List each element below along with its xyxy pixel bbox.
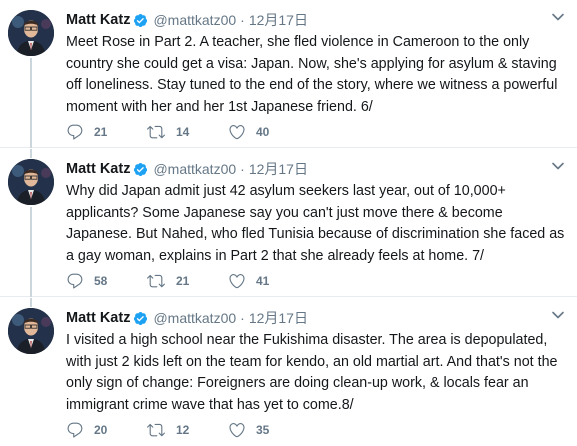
reply-button[interactable]: 21 — [66, 123, 146, 141]
tweet-item[interactable]: Matt Katz @mattkatz00 · 12月17日 Meet Rose… — [0, 0, 577, 148]
tweet-item[interactable]: Matt Katz @mattkatz00 · 12月17日 I visited… — [0, 298, 577, 446]
reply-count: 58 — [94, 274, 108, 288]
author-name[interactable]: Matt Katz — [66, 310, 130, 326]
retweet-button[interactable]: 12 — [146, 421, 228, 439]
reply-button[interactable]: 58 — [66, 272, 146, 290]
reply-icon — [67, 273, 83, 289]
verified-badge-icon — [134, 311, 148, 325]
like-button[interactable]: 40 — [228, 123, 308, 141]
tweet-header: Matt Katz @mattkatz00 · 12月17日 — [66, 308, 308, 328]
like-count: 40 — [256, 125, 270, 139]
tweet-date[interactable]: 12月17日 — [249, 10, 308, 30]
like-button[interactable]: 35 — [228, 421, 308, 439]
author-handle[interactable]: @mattkatz00 — [153, 310, 236, 326]
tweet-text: I visited a high school near the Fukishi… — [66, 332, 558, 413]
thread-connector — [30, 207, 32, 297]
author-name[interactable]: Matt Katz — [66, 161, 130, 177]
retweet-icon — [147, 274, 165, 288]
tweet-actions: 58 21 41 — [66, 271, 308, 291]
avatar[interactable] — [8, 10, 54, 56]
retweet-count: 14 — [176, 125, 190, 139]
thread-connector — [30, 58, 32, 148]
avatar[interactable] — [8, 159, 54, 205]
author-handle[interactable]: @mattkatz00 — [153, 161, 236, 177]
retweet-button[interactable]: 14 — [146, 123, 228, 141]
like-button[interactable]: 41 — [228, 272, 308, 290]
tweet-actions: 20 12 35 — [66, 420, 308, 440]
thread-connector — [30, 149, 32, 158]
author-handle[interactable]: @mattkatz00 — [153, 12, 236, 28]
tweet-date[interactable]: 12月17日 — [249, 308, 308, 328]
tweet-text: Why did Japan admit just 42 asylum seeke… — [66, 183, 565, 264]
reply-count: 21 — [94, 125, 108, 139]
tweet-header: Matt Katz @mattkatz00 · 12月17日 — [66, 159, 308, 179]
separator-dot: · — [240, 12, 245, 28]
tweet-text: Meet Rose in Part 2. A teacher, she fled… — [66, 34, 558, 115]
chevron-down-icon[interactable] — [551, 159, 565, 173]
tweet-actions: 21 14 40 — [66, 122, 308, 142]
avatar[interactable] — [8, 308, 54, 354]
reply-icon — [67, 422, 83, 438]
chevron-down-icon[interactable] — [551, 308, 565, 322]
reply-icon — [67, 124, 83, 140]
like-count: 41 — [256, 274, 270, 288]
tweet-header: Matt Katz @mattkatz00 · 12月17日 — [66, 10, 308, 30]
tweet-date[interactable]: 12月17日 — [249, 159, 308, 179]
retweet-icon — [147, 125, 165, 139]
retweet-icon — [147, 423, 165, 437]
retweet-count: 21 — [176, 274, 190, 288]
retweet-button[interactable]: 21 — [146, 272, 228, 290]
like-count: 35 — [256, 423, 270, 437]
heart-icon — [229, 423, 245, 438]
tweet-item[interactable]: Matt Katz @mattkatz00 · 12月17日 Why did J… — [0, 149, 577, 297]
separator-dot: · — [240, 161, 245, 177]
reply-button[interactable]: 20 — [66, 421, 146, 439]
heart-icon — [229, 125, 245, 140]
verified-badge-icon — [134, 13, 148, 27]
tweet-thread: Matt Katz @mattkatz00 · 12月17日 Meet Rose… — [0, 0, 577, 446]
chevron-down-icon[interactable] — [551, 10, 565, 24]
separator-dot: · — [240, 310, 245, 326]
thread-connector — [30, 298, 32, 307]
author-name[interactable]: Matt Katz — [66, 12, 130, 28]
verified-badge-icon — [134, 162, 148, 176]
reply-count: 20 — [94, 423, 108, 437]
retweet-count: 12 — [176, 423, 190, 437]
heart-icon — [229, 274, 245, 289]
